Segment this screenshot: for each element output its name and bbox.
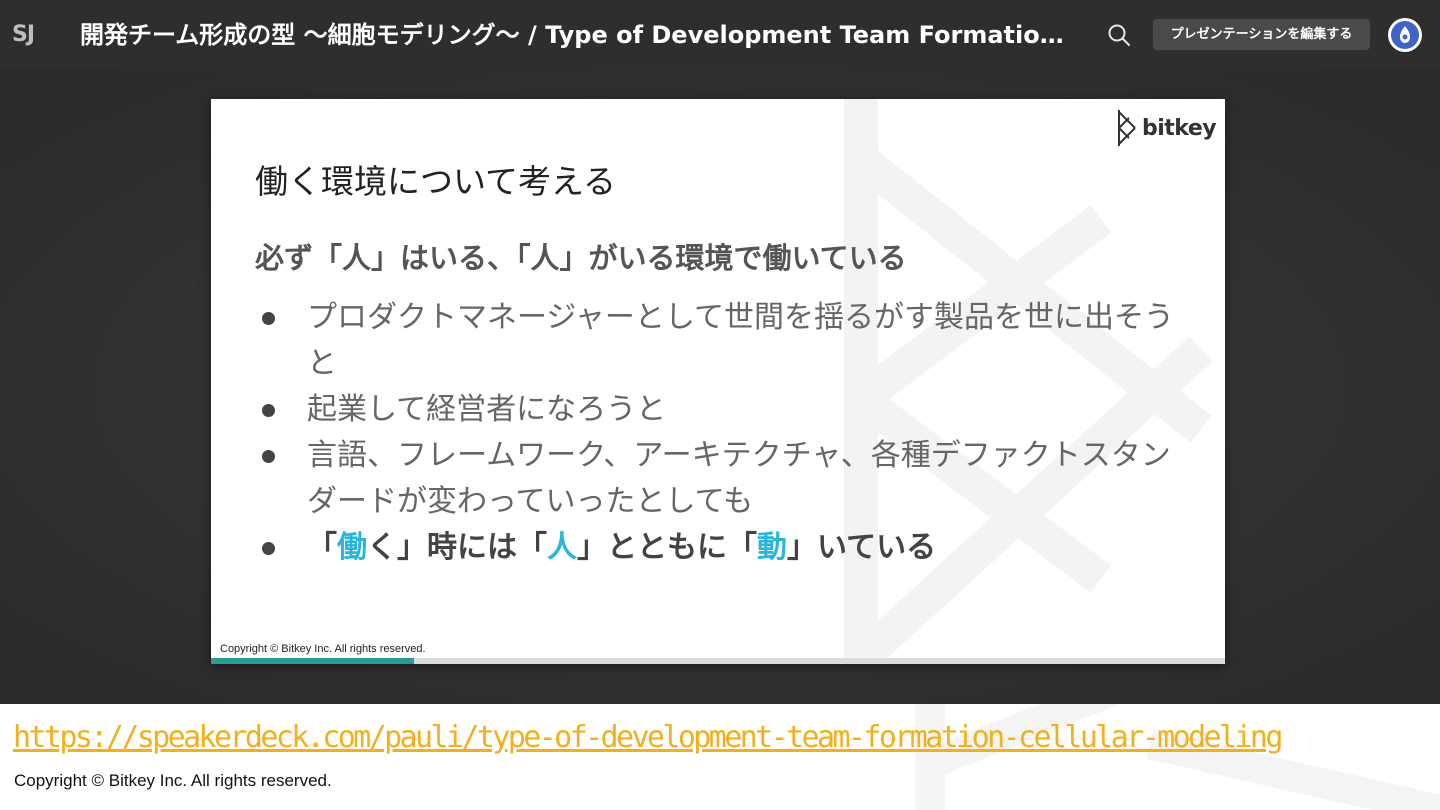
- highlight-work: 働: [337, 530, 367, 565]
- bullet-dot-icon: [262, 450, 275, 463]
- footer-area: https://speakerdeck.com/pauli/type-of-de…: [0, 704, 1440, 810]
- slide-progress-fill: [211, 658, 414, 664]
- slide-progress-bar[interactable]: [211, 658, 1225, 664]
- slide-stage: bitkey 働く環境について考える 必ず「人」はいる、「人」がいる環境で働いて…: [0, 70, 1440, 704]
- search-icon: [1108, 24, 1130, 46]
- bullet-item: プロダクトマネージャーとして世間を揺るがす製品を世に出そうと: [255, 295, 1175, 387]
- top-bar: SJ 開発チーム形成の型 〜細胞モデリング〜 / Type of Develop…: [0, 0, 1440, 70]
- bullet-text: 言語、フレームワーク、アーキテクチャ、各種デファクトスタンダードが変わっていった…: [307, 438, 1171, 519]
- bullet-text: プロダクトマネージャーとして世間を揺るがす製品を世に出そうと: [307, 300, 1174, 381]
- speakerdeck-logo[interactable]: SJ: [12, 22, 46, 48]
- key-bullet-part: 「: [307, 530, 337, 565]
- deck-url-link[interactable]: https://speakerdeck.com/pauli/type-of-de…: [13, 720, 1283, 755]
- slide-subtitle: 必ず「人」はいる、「人」がいる環境で働いている: [255, 241, 907, 275]
- deck-title: 開発チーム形成の型 〜細胞モデリング〜 / Type of Developmen…: [80, 21, 1070, 49]
- search-button[interactable]: [1104, 20, 1134, 50]
- bullet-dot-icon: [262, 404, 275, 417]
- bullet-dot-icon: [262, 542, 275, 555]
- user-avatar-icon: [1391, 21, 1419, 49]
- edit-presentation-button[interactable]: プレゼンテーションを編集する: [1153, 19, 1370, 50]
- key-bullet-part: 」いている: [787, 530, 937, 565]
- bullet-text: 起業して経営者になろうと: [307, 392, 667, 427]
- slide-title: 働く環境について考える: [255, 162, 617, 201]
- slide[interactable]: bitkey 働く環境について考える 必ず「人」はいる、「人」がいる環境で働いて…: [211, 99, 1225, 664]
- key-bullet-part: 」とともに「: [577, 530, 757, 565]
- user-avatar[interactable]: [1388, 18, 1422, 52]
- highlight-person: 人: [547, 530, 577, 565]
- bitkey-logo: bitkey: [1116, 108, 1217, 148]
- key-bullet-part: く」時には「: [367, 530, 547, 565]
- bullet-dot-icon: [262, 312, 275, 325]
- slide-copyright: Copyright © Bitkey Inc. All rights reser…: [220, 643, 426, 655]
- bullet-list: プロダクトマネージャーとして世間を揺るがす製品を世に出そうと 起業して経営者にな…: [255, 295, 1175, 571]
- page-copyright: Copyright © Bitkey Inc. All rights reser…: [14, 771, 332, 790]
- bullet-item: 起業して経営者になろうと: [255, 387, 1175, 433]
- key-bullet-item: 「働く」時には「人」とともに「動」いている: [255, 525, 1175, 571]
- bullet-item: 言語、フレームワーク、アーキテクチャ、各種デファクトスタンダードが変わっていった…: [255, 433, 1175, 525]
- bitkey-mark-icon: [1118, 110, 1136, 146]
- bitkey-wordmark: bitkey: [1142, 115, 1217, 141]
- highlight-move: 動: [757, 530, 787, 565]
